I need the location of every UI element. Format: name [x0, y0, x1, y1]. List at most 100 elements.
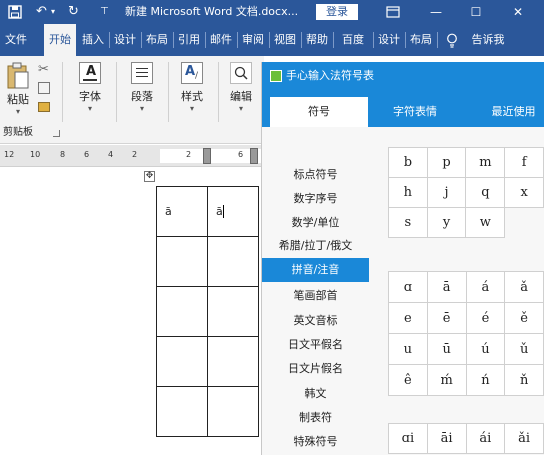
symbol-cell[interactable]: h — [388, 177, 428, 208]
symbol-cell[interactable]: b — [388, 147, 428, 178]
column-marker[interactable] — [250, 148, 258, 164]
tab-recent[interactable]: 最近使用 — [482, 97, 544, 127]
tab-references[interactable]: 引用 — [174, 24, 204, 56]
symbol-cell[interactable]: ái — [465, 423, 506, 454]
dialog-launcher-icon[interactable] — [53, 130, 60, 137]
symbol-cell[interactable]: ɑ — [388, 271, 428, 303]
tab-home[interactable]: 开始 — [44, 24, 76, 56]
category-item[interactable]: 笔画部首 — [262, 284, 369, 308]
undo-dropdown-icon[interactable]: ▾ — [51, 3, 55, 21]
tab-design[interactable]: 设计 — [110, 24, 140, 56]
styles-button[interactable]: A / 样式 ▾ — [172, 62, 212, 114]
search-icon — [230, 62, 252, 84]
symbol-cell[interactable]: ú — [465, 333, 506, 365]
category-item[interactable]: 制表符 — [262, 406, 369, 430]
tab-table-layout[interactable]: 布局 — [406, 24, 436, 56]
tab-insert[interactable]: 插入 — [78, 24, 108, 56]
symbol-cell[interactable]: ǎ — [504, 271, 544, 303]
symbol-cell[interactable]: m — [465, 147, 506, 178]
symbol-cell[interactable]: e — [388, 302, 428, 334]
symbol-cell[interactable]: āi — [426, 423, 467, 454]
tab-help[interactable]: 帮助 — [302, 24, 332, 56]
paragraph-button[interactable]: 段落 ▾ — [122, 62, 162, 114]
tab-layout[interactable]: 布局 — [142, 24, 172, 56]
editing-button[interactable]: 编辑 ▾ — [222, 62, 260, 114]
tab-file[interactable]: 文件 — [0, 24, 32, 56]
symbol-cell[interactable]: ê — [388, 364, 428, 396]
table-cell[interactable] — [156, 236, 208, 287]
close-button[interactable]: ✕ — [508, 3, 528, 21]
login-button[interactable]: 登录 — [316, 4, 358, 20]
horizontal-ruler[interactable]: 12 10 8 6 4 2 2 6 — [0, 145, 264, 167]
table-cell[interactable] — [207, 336, 259, 387]
symbol-cell[interactable]: é — [465, 302, 506, 334]
table-move-handle-icon[interactable]: ✥ — [144, 171, 155, 182]
save-icon[interactable] — [8, 5, 22, 19]
category-item[interactable]: 韩文 — [262, 382, 369, 406]
cut-icon[interactable]: ✂ — [38, 62, 49, 77]
symbol-cell[interactable]: ḿ — [426, 364, 467, 396]
symbol-cell[interactable]: ě — [504, 302, 544, 334]
table-cell[interactable] — [156, 336, 208, 387]
table-cell[interactable] — [156, 286, 208, 337]
tab-emoticons[interactable]: 字符表情 — [380, 97, 450, 127]
category-item[interactable]: 特殊符号 — [262, 430, 369, 454]
format-painter-icon[interactable] — [38, 102, 50, 112]
symbol-cell[interactable]: s — [388, 207, 428, 238]
customize-toolbar-icon[interactable]: ⊤ — [100, 3, 109, 21]
copy-icon[interactable] — [38, 82, 50, 94]
document-area[interactable]: ✥ ā ā — [0, 168, 264, 455]
maximize-button[interactable]: ☐ — [466, 3, 486, 21]
table-cell[interactable]: ā — [207, 186, 259, 237]
table-cell[interactable] — [156, 386, 208, 437]
indent-marker[interactable] — [203, 148, 211, 164]
font-button[interactable]: A 字体 ▾ — [70, 62, 110, 114]
category-item[interactable]: 数学/单位 — [262, 211, 369, 235]
symbol-panel-header: 手心输入法符号表 — [262, 62, 544, 90]
symbol-cell[interactable]: ū — [426, 333, 467, 365]
symbol-cell[interactable]: ń — [465, 364, 506, 396]
category-item[interactable]: 数字序号 — [262, 187, 369, 211]
symbol-cell[interactable]: ɑi — [388, 423, 428, 454]
tab-table-design[interactable]: 设计 — [374, 24, 404, 56]
category-item[interactable]: 英文音标 — [262, 309, 369, 333]
symbol-cell[interactable]: ň — [504, 364, 544, 396]
tab-mailings[interactable]: 邮件 — [206, 24, 236, 56]
category-item-pinyin[interactable]: 拼音/注音 — [262, 258, 369, 282]
table-cell[interactable]: ā — [156, 186, 208, 237]
symbol-cell[interactable] — [504, 207, 544, 238]
minimize-button[interactable]: — — [426, 3, 446, 21]
symbol-cell[interactable]: x — [504, 177, 544, 208]
symbol-cell[interactable]: ǔ — [504, 333, 544, 365]
tab-baidu[interactable]: 百度 — [334, 24, 372, 56]
paste-button[interactable]: 粘贴 ▾ — [4, 62, 32, 117]
table-cell[interactable] — [207, 286, 259, 337]
symbol-cell[interactable]: ā — [426, 271, 467, 303]
symbol-cell[interactable]: q — [465, 177, 506, 208]
tab-symbols[interactable]: 符号 — [270, 97, 368, 127]
redo-icon[interactable]: ↻ — [68, 3, 79, 21]
table-cell[interactable] — [207, 236, 259, 287]
undo-icon[interactable]: ↶ — [36, 3, 47, 21]
category-item[interactable]: 日文平假名 — [262, 333, 369, 357]
symbol-cell[interactable]: ǎi — [504, 423, 544, 454]
symbol-cell[interactable]: w — [465, 207, 506, 238]
table-cell[interactable] — [207, 386, 259, 437]
category-item[interactable]: 日文片假名 — [262, 357, 369, 381]
symbol-cell[interactable]: j — [426, 177, 467, 208]
category-item[interactable]: 希腊/拉丁/俄文 — [262, 234, 369, 258]
tell-me-search[interactable]: 告诉我 — [466, 24, 510, 56]
ribbon-display-icon[interactable] — [386, 6, 400, 18]
tab-review[interactable]: 审阅 — [238, 24, 268, 56]
tab-view[interactable]: 视图 — [270, 24, 300, 56]
document-table[interactable]: ā ā — [156, 186, 259, 437]
symbol-cell[interactable]: u — [388, 333, 428, 365]
symbol-cell[interactable]: y — [426, 207, 467, 238]
symbol-cell[interactable]: f — [504, 147, 544, 178]
symbol-cell[interactable]: ē — [426, 302, 467, 334]
category-item[interactable]: 标点符号 — [262, 163, 369, 187]
symbol-cell[interactable]: p — [426, 147, 467, 178]
ruler-number: 6 — [238, 150, 244, 159]
clipboard-icon — [7, 62, 29, 89]
symbol-cell[interactable]: á — [465, 271, 506, 303]
